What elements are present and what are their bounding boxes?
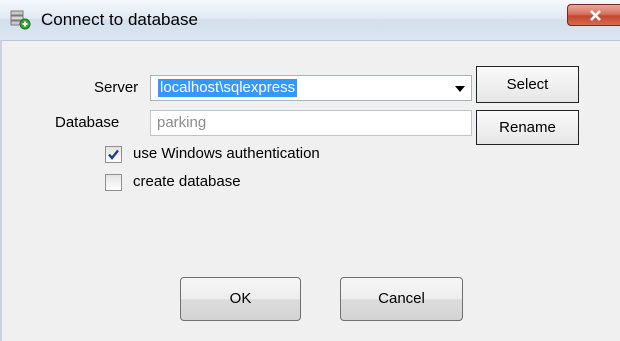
- window-title: Connect to database: [41, 10, 198, 29]
- select-button-label: Select: [506, 76, 549, 93]
- rename-button[interactable]: Rename: [476, 110, 579, 145]
- server-value[interactable]: localhost\sqlexpress: [158, 79, 298, 97]
- create-database-label[interactable]: create database: [133, 173, 241, 190]
- select-button[interactable]: Select: [476, 66, 579, 103]
- ok-button-label: OK: [229, 290, 252, 307]
- cancel-button[interactable]: Cancel: [340, 277, 463, 321]
- windows-auth-checkbox[interactable]: [105, 146, 122, 163]
- title-bar[interactable]: Connect to database: [0, 0, 620, 41]
- window-border: [0, 40, 2, 341]
- close-button[interactable]: [567, 4, 620, 26]
- create-database-checkbox[interactable]: [105, 174, 122, 191]
- cancel-button-label: Cancel: [378, 290, 425, 307]
- database-label: Database: [55, 114, 120, 131]
- close-icon: [590, 10, 601, 21]
- server-combobox[interactable]: localhost\sqlexpress: [150, 75, 472, 101]
- windows-auth-label[interactable]: use Windows authentication: [133, 145, 320, 162]
- database-value: parking: [157, 114, 207, 131]
- ok-button[interactable]: OK: [180, 277, 301, 321]
- database-connect-icon: [10, 10, 31, 30]
- connect-dialog: Connect to database Server localhost\sql…: [0, 0, 620, 341]
- database-input[interactable]: parking: [150, 110, 472, 136]
- chevron-down-icon[interactable]: [455, 86, 465, 92]
- checkmark-icon: [108, 149, 119, 160]
- server-label: Server: [94, 79, 139, 96]
- rename-button-label: Rename: [499, 119, 556, 136]
